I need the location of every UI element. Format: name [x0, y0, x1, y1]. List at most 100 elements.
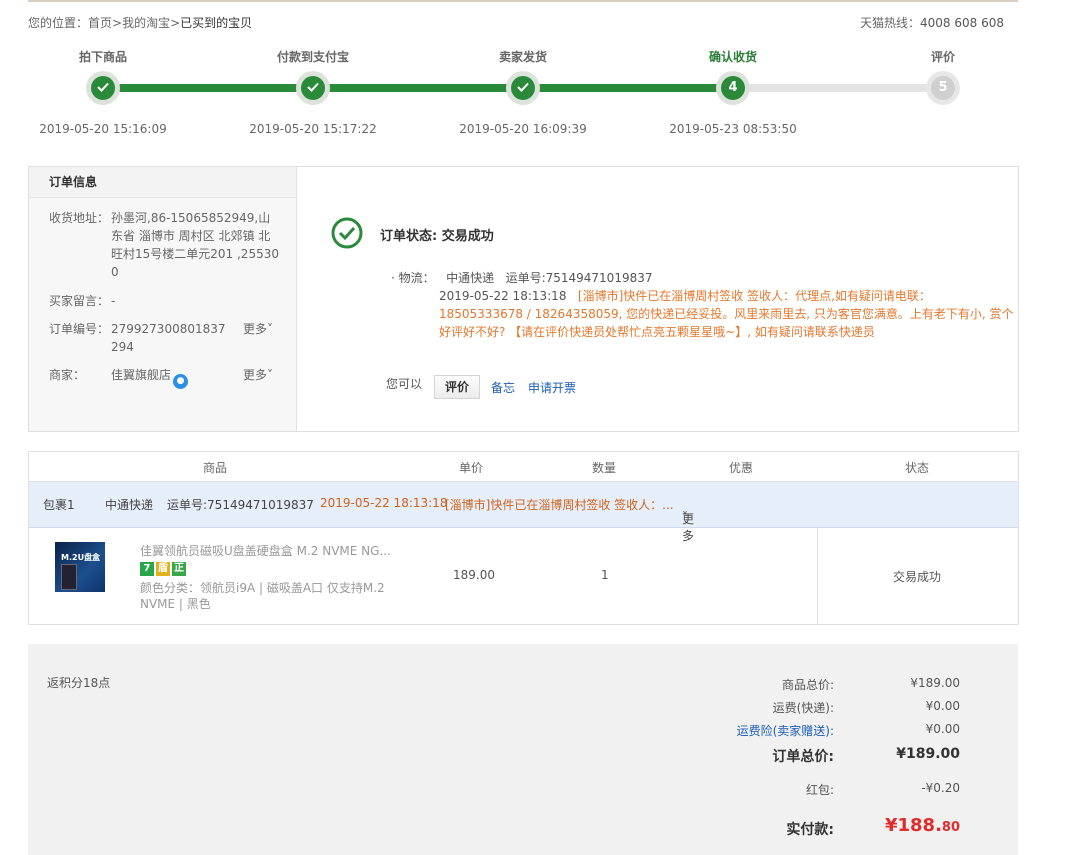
- order-more-link[interactable]: 更多˅: [243, 320, 273, 337]
- chevron-down-icon: ˅: [267, 322, 274, 336]
- breadcrumb-prefix: 您的位置：: [28, 16, 89, 30]
- success-check-icon: [331, 217, 363, 249]
- logistics-waybill: 运单号:75149471019837: [505, 271, 653, 285]
- totals-panel: 返积分18点 商品总价: ¥189.00 运费(快递): ¥0.00 运费险(卖…: [28, 644, 1018, 855]
- step-node-confirm: 4: [716, 71, 750, 105]
- logistics-label: · 物流：: [391, 271, 435, 285]
- product-title-link[interactable]: 佳翼领航员磁吸U盘盖硬盘盒 M.2 NVME NG...: [140, 542, 400, 559]
- memo-link[interactable]: 备忘: [491, 379, 515, 396]
- shipping-label: 运费(快递):: [772, 701, 834, 715]
- step-label-review: 评价: [930, 50, 955, 64]
- order-number-value: 279927300801837294: [111, 322, 226, 354]
- check-icon: [307, 82, 319, 92]
- package-waybill: 运单号:75149471019837: [167, 498, 314, 512]
- order-total-value: ¥189.00: [896, 746, 960, 762]
- chevron-down-icon: ˅: [682, 510, 688, 524]
- message-value: -: [111, 294, 116, 308]
- chevron-down-icon: ˅: [267, 368, 274, 382]
- step-label-ordered: 拍下商品: [78, 50, 127, 64]
- breadcrumb-mytaobao-link[interactable]: 我的淘宝: [122, 16, 170, 30]
- paid-amount-cents: 80: [941, 820, 960, 835]
- breadcrumb: 您的位置：首页>我的淘宝>已买到的宝贝: [28, 14, 252, 31]
- paid-value: ¥188.80: [885, 815, 960, 836]
- hotline-label: 天猫热线：: [860, 16, 921, 30]
- merchant-name[interactable]: 佳翼旗舰店: [111, 368, 171, 382]
- progress-track-done: [103, 84, 733, 92]
- shield-badge[interactable]: 盾: [156, 562, 170, 576]
- package-name: 包裹1: [43, 498, 75, 512]
- thumbnail-text: M.2U盘盒: [61, 553, 101, 562]
- red-packet-label: 红包:: [805, 783, 834, 797]
- step-node-review: 5: [926, 71, 960, 105]
- breadcrumb-separator: >: [170, 16, 181, 30]
- order-status-title: 订单状态: 交易成功: [380, 229, 494, 244]
- step-time-paid: 2019-05-20 15:17:22: [249, 122, 377, 136]
- header-price: 单价: [459, 461, 484, 475]
- package-time: 2019-05-22 18:13:18: [320, 496, 448, 510]
- breadcrumb-separator: >: [112, 16, 123, 30]
- header-status: 状态: [905, 461, 930, 475]
- package-carrier: 中通快递: [105, 498, 154, 512]
- merchant-more-link[interactable]: 更多˅: [243, 366, 273, 383]
- step-time-shipped: 2019-05-20 16:09:39: [459, 122, 587, 136]
- order-total-label: 订单总价:: [772, 749, 834, 765]
- red-packet-value: -¥0.20: [921, 781, 960, 795]
- package-text: [淄博市]快件已在淄博周村签收 签收人：...: [445, 498, 674, 512]
- product-attributes: 颜色分类：领航员i9A | 磁吸盖A口 仅支持M.2 NVME | 黑色: [140, 581, 385, 611]
- check-icon: [517, 82, 529, 92]
- thumbnail-drive-shape: [61, 564, 77, 590]
- message-label: 买家留言：: [49, 294, 110, 308]
- paid-label: 实付款:: [786, 822, 834, 838]
- goods-table: 商品 单价 数量 优惠 状态 包裹1 中通快递 运单号:751494710198…: [28, 451, 1019, 625]
- item-row: M.2U盘盒 佳翼领航员磁吸U盘盖硬盘盒 M.2 NVME NG... 7盾正 …: [29, 528, 1018, 624]
- hotline-number: 4008 608 608: [920, 16, 1004, 30]
- order-number-label: 订单编号：: [49, 322, 110, 336]
- goods-total-label: 商品总价:: [781, 678, 834, 692]
- top-divider: [28, 0, 1018, 2]
- invoice-link[interactable]: 申请开票: [528, 379, 576, 396]
- service-badges: 7盾正: [140, 560, 188, 576]
- hotline: 天猫热线：4008 608 608: [860, 14, 1004, 31]
- step-time-ordered: 2019-05-20 15:16:09: [39, 122, 167, 136]
- package-row: 包裹1 中通快递 运单号:75149471019837 2019-05-22 1…: [29, 482, 1018, 543]
- header-quantity: 数量: [592, 461, 617, 475]
- logistics-detail: 2019-05-22 18:13:18 [淄博市]快件已在淄博周村签收 签收人：…: [439, 287, 1014, 341]
- step-node-shipped: [506, 71, 540, 105]
- step-number: 4: [721, 76, 745, 100]
- rate-button[interactable]: 评价: [434, 375, 480, 399]
- product-thumbnail[interactable]: M.2U盘盒: [55, 542, 105, 592]
- goods-table-header: 商品 单价 数量 优惠 状态: [29, 452, 1018, 482]
- shipping-value: ¥0.00: [925, 699, 960, 713]
- order-info-panel: 订单信息 收货地址： 孙墨河,86-15065852949,山东省 淄博市 周村…: [28, 166, 1019, 432]
- points-text: 返积分18点: [47, 676, 111, 690]
- you-can-label: 您可以: [386, 377, 423, 391]
- seven-day-return-badge[interactable]: 7: [140, 562, 154, 576]
- item-status-cell: 交易成功: [817, 528, 1018, 624]
- shipping-insurance-value: ¥0.00: [925, 722, 960, 736]
- step-label-confirm: 确认收货: [708, 50, 757, 64]
- goods-total-value: ¥189.00: [910, 676, 960, 690]
- order-progress: 拍下商品 付款到支付宝 卖家发货 确认收货 评价 4 5 2019-05-20 …: [28, 40, 1028, 150]
- order-info-sidebar: 订单信息 收货地址： 孙墨河,86-15065852949,山东省 淄博市 周村…: [29, 167, 297, 431]
- logistics-line: · 物流： 中通快递 运单号:75149471019837: [391, 269, 653, 286]
- check-icon: [97, 82, 109, 92]
- item-status: 交易成功: [893, 570, 942, 584]
- logistics-carrier: 中通快递: [446, 271, 495, 285]
- step-number: 5: [931, 76, 955, 100]
- progress-track-pending: [733, 84, 943, 92]
- wangwang-chat-icon[interactable]: ●: [173, 374, 189, 389]
- item-quantity: 1: [601, 568, 609, 582]
- address-label: 收货地址：: [49, 211, 110, 225]
- shipping-insurance-link[interactable]: 运费险(卖家赠送):: [737, 722, 834, 739]
- step-node-ordered: [86, 71, 120, 105]
- genuine-badge[interactable]: 正: [172, 562, 186, 576]
- breadcrumb-home-link[interactable]: 首页: [88, 16, 112, 30]
- logistics-time: 2019-05-22 18:13:18: [439, 289, 567, 303]
- step-label-paid: 付款到支付宝: [276, 50, 349, 64]
- breadcrumb-current: 已买到的宝贝: [180, 16, 253, 30]
- paid-amount-main: ¥188.: [884, 815, 942, 836]
- item-price: 189.00: [453, 568, 495, 582]
- step-time-confirm: 2019-05-23 08:53:50: [669, 122, 797, 136]
- header-product: 商品: [203, 461, 228, 475]
- header-discount: 优惠: [729, 461, 754, 475]
